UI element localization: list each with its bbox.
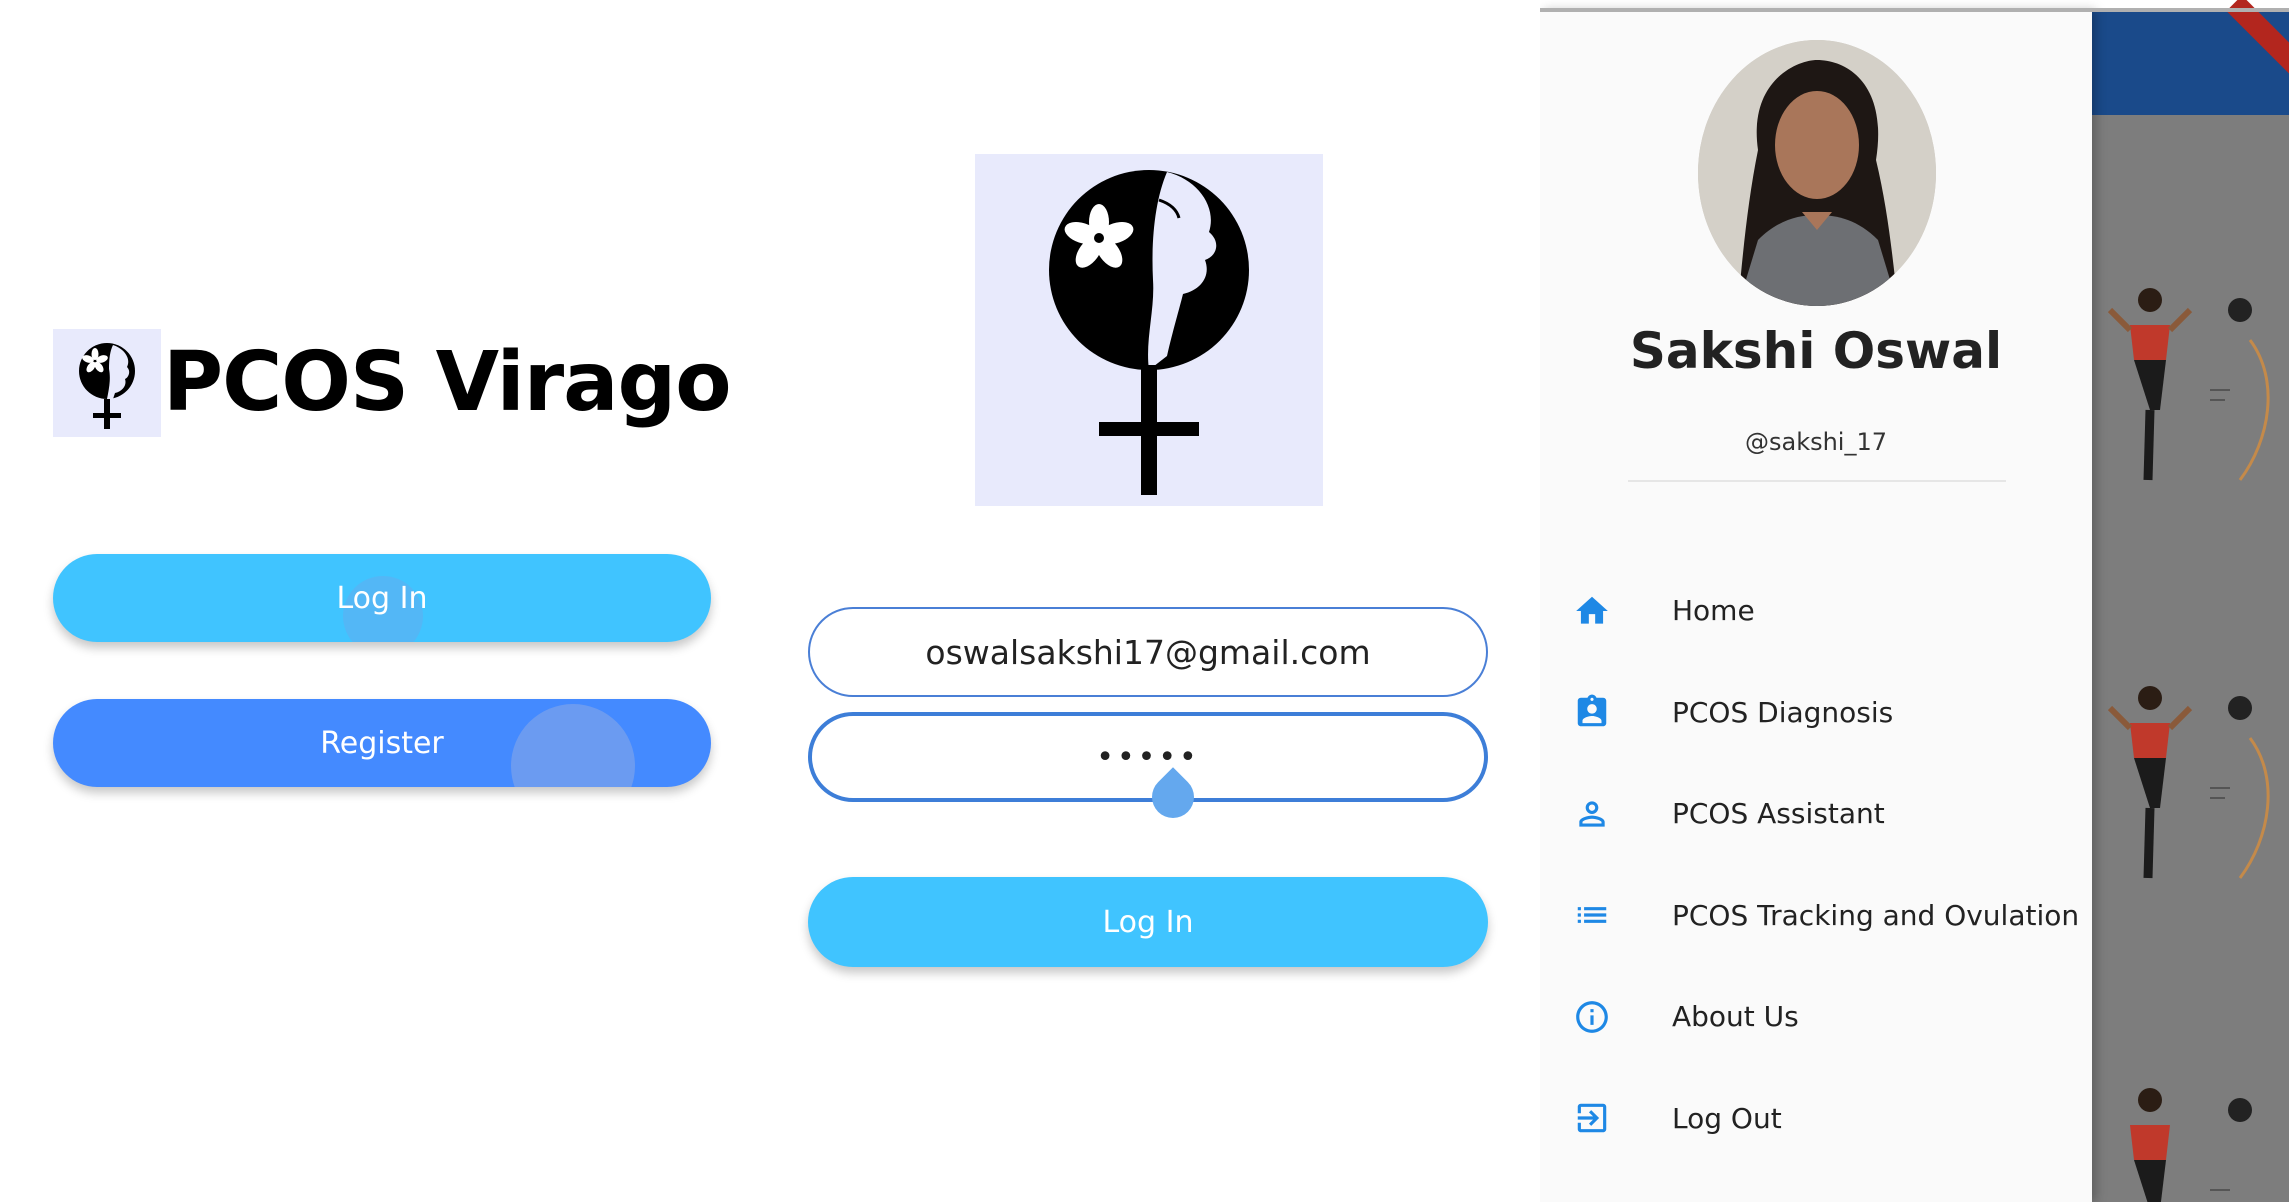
yoga-illustration xyxy=(2107,288,2270,481)
drawer-screen: Sakshi Oswal @sakshi_17 Home PCOS Diagno… xyxy=(1540,0,2289,1202)
login-button[interactable]: Log In xyxy=(53,554,711,642)
login-button-label: Log In xyxy=(336,580,428,616)
app-bar xyxy=(2090,0,2289,115)
submit-login-label: Log In xyxy=(1102,904,1194,940)
menu-item-pcos-diagnosis[interactable]: PCOS Diagnosis xyxy=(1540,662,2092,764)
logout-icon xyxy=(1570,1096,1614,1140)
yoga-illustration xyxy=(2107,686,2270,879)
scrim-background[interactable] xyxy=(2090,0,2289,1202)
menu-item-home[interactable]: Home xyxy=(1540,560,2092,662)
menu-item-label: About Us xyxy=(1672,1000,1799,1034)
email-field[interactable]: oswalsakshi17@gmail.com xyxy=(808,607,1488,697)
avatar[interactable] xyxy=(1698,40,1936,306)
divider xyxy=(1628,480,2006,482)
ripple-effect xyxy=(511,704,635,787)
home-icon xyxy=(1570,589,1614,633)
password-field[interactable]: ••••• xyxy=(808,712,1488,802)
submit-login-button[interactable]: Log In xyxy=(808,877,1488,967)
venus-logo-icon xyxy=(975,154,1323,506)
status-divider xyxy=(1540,8,2289,12)
venus-logo-icon xyxy=(53,329,161,437)
brand-header: PCOS Virago xyxy=(53,328,732,438)
login-screen: oswalsakshi17@gmail.com ••••• Log In xyxy=(760,0,1540,1202)
info-icon xyxy=(1570,995,1614,1039)
menu-item-label: PCOS Diagnosis xyxy=(1672,695,1894,729)
app-title: PCOS Virago xyxy=(163,335,732,430)
register-button-label: Register xyxy=(320,725,444,761)
email-value: oswalsakshi17@gmail.com xyxy=(925,632,1371,672)
menu-item-log-out[interactable]: Log Out xyxy=(1540,1068,2092,1170)
menu-item-label: Home xyxy=(1672,594,1755,628)
menu-item-label: Log Out xyxy=(1672,1101,1782,1135)
register-button[interactable]: Register xyxy=(53,699,711,787)
navigation-drawer: Sakshi Oswal @sakshi_17 Home PCOS Diagno… xyxy=(1540,10,2092,1202)
welcome-screen: PCOS Virago Log In Register xyxy=(0,0,760,1202)
user-handle: @sakshi_17 xyxy=(1744,428,1888,456)
menu-item-label: PCOS Tracking and Ovulation xyxy=(1672,898,2080,932)
list-icon xyxy=(1570,893,1614,937)
person-icon xyxy=(1570,792,1614,836)
menu-item-about-us[interactable]: About Us xyxy=(1540,966,2092,1068)
menu-item-pcos-tracking[interactable]: PCOS Tracking and Ovulation xyxy=(1540,865,2092,967)
password-value: ••••• xyxy=(1096,739,1200,775)
menu-item-pcos-assistant[interactable]: PCOS Assistant xyxy=(1540,763,2092,865)
user-name: Sakshi Oswal xyxy=(1629,322,2003,380)
yoga-illustration xyxy=(2130,1088,2252,1202)
menu-item-label: PCOS Assistant xyxy=(1672,797,1885,831)
drawer-menu: Home PCOS Diagnosis PCOS Assistant PCOS … xyxy=(1540,560,2092,1169)
clipboard-user-icon xyxy=(1570,690,1614,734)
